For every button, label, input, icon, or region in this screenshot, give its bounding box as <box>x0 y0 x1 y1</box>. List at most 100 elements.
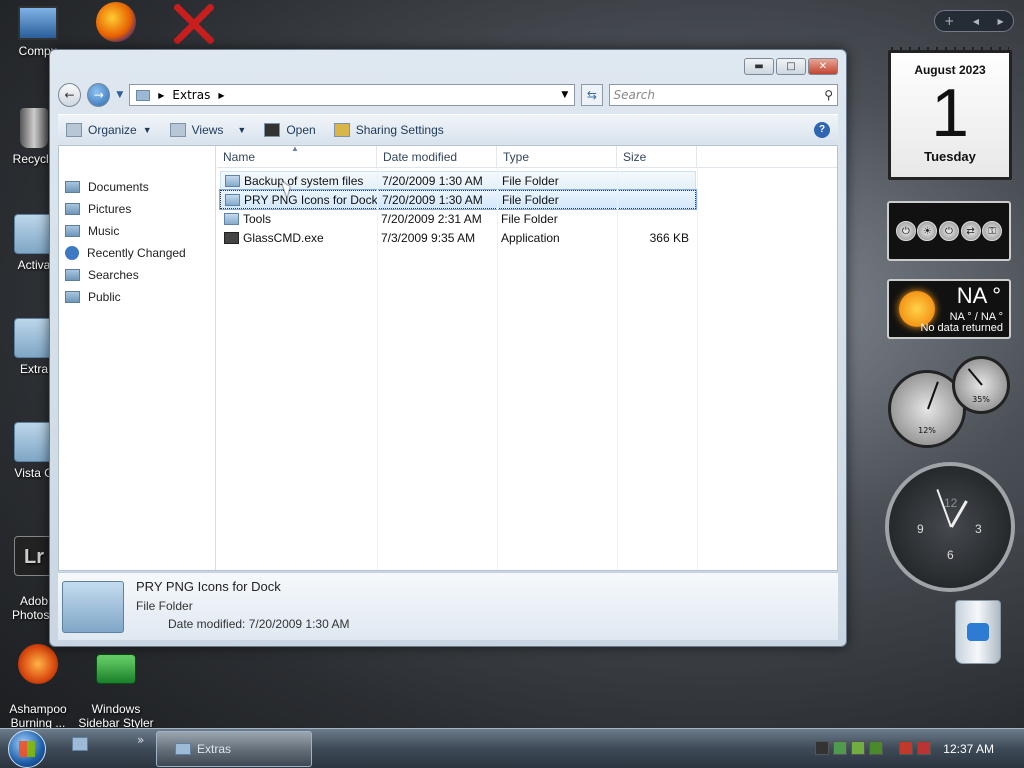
calendar-day: 1 <box>931 75 969 151</box>
breadcrumb-extras[interactable]: Extras <box>172 88 210 102</box>
weather-gadget[interactable]: NA ° NA ° / NA ° No data returned <box>887 279 1011 339</box>
start-button[interactable] <box>8 730 46 768</box>
taskbar: » Extras 12:37 AM <box>0 728 1024 768</box>
switch-user-icon[interactable]: ⇄ <box>960 221 981 241</box>
minimize-button[interactable]: ▬ <box>744 58 774 75</box>
window-controls: ▬ □ ✕ <box>744 58 838 75</box>
folder-icon <box>65 291 80 303</box>
recycle-bin-icon <box>20 108 48 148</box>
memory-gauge[interactable]: 35% <box>952 356 1010 414</box>
details-pane: PRY PNG Icons for Dock File Folder Date … <box>58 572 838 640</box>
sleep-icon[interactable]: ☀ <box>917 221 938 241</box>
file-row[interactable]: Tools 7/20/2009 2:31 AM File Folder <box>220 209 696 228</box>
notification-area <box>815 741 931 755</box>
sharing-label: Sharing Settings <box>355 122 444 137</box>
network-tray-icon[interactable] <box>833 741 847 755</box>
column-header-name[interactable]: ▲ Name <box>217 144 377 167</box>
calendar-rings <box>891 47 1009 53</box>
photoshop-icon: Lr <box>14 536 54 576</box>
close-button[interactable]: ✕ <box>808 58 838 75</box>
show-desktop-icon[interactable] <box>72 737 88 751</box>
forward-button[interactable]: → <box>87 83 111 107</box>
folder-icon <box>136 89 151 101</box>
column-header-date[interactable]: Date modified <box>377 146 497 167</box>
recent-pages-chevron-icon[interactable]: ▼ <box>116 90 123 100</box>
title-bar[interactable]: ▬ □ ✕ <box>50 50 846 80</box>
column-header-label: Type <box>503 149 530 164</box>
desktop-icon-ashampoo[interactable]: Ashampoo Burning ... <box>0 630 76 744</box>
file-row[interactable]: Backup of system files 7/20/2009 1:30 AM… <box>220 171 696 190</box>
search-box[interactable]: Search ⚲ <box>608 84 838 106</box>
open-button[interactable]: Open <box>264 122 316 137</box>
folder-icon <box>14 318 54 358</box>
views-button[interactable]: Views ▼ <box>169 122 246 137</box>
console-tray-icon[interactable] <box>815 741 829 755</box>
nav-item-public[interactable]: Public <box>59 286 215 308</box>
file-row[interactable]: GlassCMD.exe 7/3/2009 9:35 AM Applicatio… <box>220 228 696 247</box>
column-header-size[interactable]: Size <box>617 146 697 167</box>
folder-icon <box>65 203 80 215</box>
column-header-type[interactable]: Type <box>497 146 617 167</box>
folder-icon <box>62 581 124 633</box>
nav-item-pictures[interactable]: Pictures <box>59 198 215 220</box>
calendar-gadget[interactable]: August 2023 1 Tuesday <box>888 47 1012 180</box>
details-date-modified: Date modified: 7/20/2009 1:30 AM <box>168 617 350 631</box>
help-icon[interactable]: ? <box>814 121 830 138</box>
firefox-icon <box>96 2 136 42</box>
recycle-bin-icon[interactable] <box>955 600 1001 664</box>
taskbar-clock[interactable]: 12:37 AM <box>943 742 994 756</box>
file-type: Application <box>501 230 560 245</box>
nav-item-label: Recently Changed <box>87 246 186 260</box>
breadcrumb-separator-icon[interactable]: ▶ <box>158 91 164 100</box>
details-type: File Folder <box>136 599 193 613</box>
folder-icon <box>65 181 80 193</box>
address-dropdown-icon[interactable]: ▼ <box>561 90 568 100</box>
column-divider <box>497 168 498 570</box>
file-date: 7/20/2009 1:30 AM <box>382 173 483 188</box>
maximize-button[interactable]: □ <box>776 58 806 75</box>
back-button[interactable]: ← <box>58 83 82 107</box>
cpu-gauge-value: 12% <box>918 425 936 435</box>
nav-item-label: Searches <box>88 268 139 282</box>
volume-muted-icon[interactable] <box>917 741 931 755</box>
file-name-cell: PRY PNG Icons for Dock <box>221 193 378 207</box>
nav-item-music[interactable]: Music <box>59 220 215 242</box>
power-icon[interactable]: ⏻ <box>895 221 916 241</box>
breadcrumb-separator-icon[interactable]: ▶ <box>218 91 224 100</box>
navigation-pane: Documents Pictures Music Recently Change… <box>59 146 216 570</box>
address-bar[interactable]: ▶ Extras ▶ ▼ <box>129 84 576 106</box>
refresh-button[interactable]: ⇆ <box>581 84 603 106</box>
previous-icon[interactable]: ◀ <box>973 17 979 26</box>
taskbar-button-extras[interactable]: Extras <box>156 731 312 767</box>
lock-icon[interactable]: ⚿ <box>982 221 1003 241</box>
desktop-icon-firefox[interactable] <box>78 2 154 46</box>
separator <box>887 741 895 755</box>
nav-item-recently-changed[interactable]: Recently Changed <box>59 242 215 264</box>
search-input[interactable]: Search <box>614 88 825 102</box>
organize-button[interactable]: Organize ▼ <box>66 122 152 137</box>
shutdown-icon[interactable]: ⏻ <box>938 221 959 241</box>
nav-item-documents[interactable]: Documents <box>59 176 215 198</box>
file-name: Backup of system files <box>244 173 364 188</box>
clock-numeral: 6 <box>947 548 954 562</box>
desktop-icon-red-x[interactable] <box>156 4 232 48</box>
quick-launch-more-icon[interactable]: » <box>137 733 144 747</box>
folder-icon <box>65 225 80 237</box>
ashampoo-icon <box>18 644 58 684</box>
sync-tray-icon[interactable] <box>851 741 865 755</box>
column-header-label: Date modified <box>383 149 458 164</box>
sharing-settings-button[interactable]: Sharing Settings <box>333 122 444 137</box>
taskbar-button-label: Extras <box>197 742 232 756</box>
file-date: 7/20/2009 2:31 AM <box>381 211 482 226</box>
next-icon[interactable]: ▶ <box>998 17 1004 26</box>
file-type: File Folder <box>501 211 558 226</box>
open-label: Open <box>286 122 316 137</box>
nav-item-searches[interactable]: Searches <box>59 264 215 286</box>
search-icon[interactable]: ⚲ <box>824 88 833 102</box>
search-icon <box>65 246 79 260</box>
file-size: 366 KB <box>649 230 689 245</box>
network-disconnected-icon[interactable] <box>899 741 913 755</box>
add-gadget-icon[interactable]: + <box>944 14 954 28</box>
app-tray-icon[interactable] <box>869 741 883 755</box>
clock-gadget[interactable]: 12 3 6 9 <box>885 462 1015 592</box>
